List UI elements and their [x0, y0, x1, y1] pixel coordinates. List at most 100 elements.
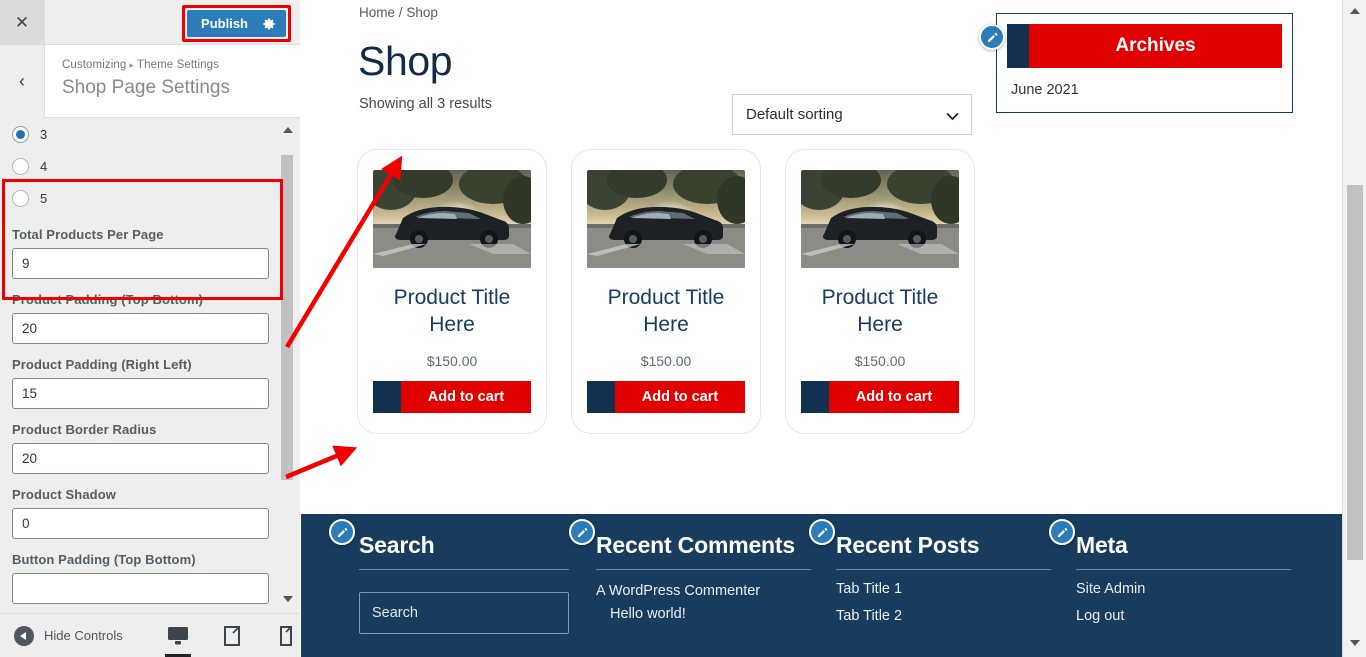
comment-post[interactable]: Hello world!: [596, 604, 811, 625]
field-input[interactable]: [12, 313, 269, 344]
radio-label: 4: [40, 159, 47, 174]
hide-controls-label: Hide Controls: [44, 628, 123, 643]
widget-link[interactable]: Tab Title 2: [836, 608, 1051, 624]
page-title: Shop: [358, 38, 452, 85]
widget-link[interactable]: Log out: [1076, 608, 1291, 624]
settings-field-list: Total Products Per Page Product Padding (…: [0, 227, 300, 604]
sidebar-scrollbar-thumb[interactable]: [281, 155, 293, 480]
setting-field: Product Border Radius: [0, 422, 300, 474]
add-to-cart-button[interactable]: Add to cart: [373, 381, 531, 413]
button-accent-block: [587, 381, 615, 413]
widget-link[interactable]: Site Admin: [1076, 581, 1291, 597]
panel-title: Shop Page Settings: [62, 77, 230, 99]
preview-scrollbar-thumb[interactable]: [1347, 185, 1363, 560]
footer-widget-search: Search: [359, 532, 569, 634]
breadcrumb-theme-settings[interactable]: Theme Settings: [137, 59, 219, 71]
breadcrumb: Customizing▸Theme Settings: [62, 59, 219, 71]
button-accent-block: [373, 381, 401, 413]
radio-button[interactable]: [12, 158, 29, 175]
mobile-preview-icon[interactable]: [273, 621, 299, 651]
setting-field: Product Padding (Top Bottom): [0, 292, 300, 344]
close-customizer-button[interactable]: ✕: [0, 0, 45, 45]
widget-divider: [359, 569, 569, 570]
product-price: $150.00: [801, 353, 959, 369]
widget-divider: [1076, 569, 1291, 570]
product-title[interactable]: Product Title Here: [587, 285, 745, 339]
preview-scrollbar[interactable]: [1342, 0, 1366, 657]
preview-scroll-up-icon[interactable]: [1350, 8, 1360, 14]
add-to-cart-button[interactable]: Add to cart: [801, 381, 959, 413]
customizer-topbar: ✕ Publish: [0, 0, 300, 45]
device-preview-switcher: [165, 621, 299, 651]
product-grid: Product Title Here $150.00 Add to cart Prod…: [357, 149, 975, 434]
radio-button[interactable]: [12, 190, 29, 207]
publish-label: Publish: [201, 16, 248, 31]
archives-widget: Archives June 2021: [996, 13, 1293, 113]
archives-title: Archives: [1029, 24, 1282, 68]
breadcrumb-home-link[interactable]: Home: [359, 5, 395, 20]
comment-author[interactable]: A WordPress Commenter: [596, 581, 811, 602]
product-card[interactable]: Product Title Here$150.00Add to cart: [571, 149, 761, 434]
customizer-controls-scroll-area[interactable]: 3 4 5 Total Products Per Page Product Paddi…: [0, 118, 300, 613]
widget-divider: [596, 569, 811, 570]
field-label: Product Shadow: [12, 487, 288, 502]
radio-button[interactable]: [12, 126, 29, 143]
field-input[interactable]: [12, 443, 269, 474]
customizer-screen: ✕ Publish ‹ Customizing▸Theme Settings S…: [0, 0, 1366, 657]
edit-recent-posts-widget-icon[interactable]: [809, 519, 835, 545]
setting-field: Product Padding (Right Left): [0, 357, 300, 409]
edit-search-widget-icon[interactable]: [329, 519, 355, 545]
columns-radio-option[interactable]: 5: [0, 182, 300, 214]
back-button[interactable]: ‹: [0, 45, 45, 118]
add-to-cart-button[interactable]: Add to cart: [587, 381, 745, 413]
field-input[interactable]: [12, 573, 269, 604]
button-accent-block: [801, 381, 829, 413]
sorting-select[interactable]: Default sortingSort by popularitySort by…: [732, 94, 972, 135]
columns-radio-option[interactable]: 4: [0, 150, 300, 182]
product-image[interactable]: [373, 170, 531, 268]
field-input[interactable]: [12, 248, 269, 279]
widget-title: Meta: [1076, 532, 1291, 559]
product-card[interactable]: Product Title Here$150.00Add to cart: [357, 149, 547, 434]
gear-icon[interactable]: [262, 17, 276, 31]
site-preview-frame: Home / Shop Shop Showing all 3 results D…: [301, 0, 1342, 657]
product-title[interactable]: Product Title Here: [373, 285, 531, 339]
field-label: Total Products Per Page: [12, 227, 288, 242]
hide-controls-button[interactable]: Hide Controls: [0, 626, 123, 646]
breadcrumb-separator-icon: ▸: [126, 60, 137, 70]
results-count: Showing all 3 results: [359, 96, 492, 112]
edit-recent-comments-widget-icon[interactable]: [569, 519, 595, 545]
publish-button[interactable]: Publish: [187, 10, 286, 37]
product-image[interactable]: [801, 170, 959, 268]
product-title[interactable]: Product Title Here: [801, 285, 959, 339]
breadcrumb-slash: /: [399, 5, 403, 20]
publish-highlight-box: Publish: [182, 5, 291, 42]
footer-widget-recent-posts: Recent Posts Tab Title 1 Tab Title 2: [836, 532, 1051, 624]
widget-link[interactable]: Tab Title 1: [836, 581, 1051, 597]
edit-archives-widget-icon[interactable]: [979, 24, 1005, 50]
tablet-preview-icon[interactable]: [219, 621, 245, 651]
setting-field: Total Products Per Page: [0, 227, 300, 279]
widget-title: Recent Posts: [836, 532, 1051, 559]
columns-radio-option[interactable]: 3: [0, 118, 300, 150]
field-input[interactable]: [12, 508, 269, 539]
product-image[interactable]: [587, 170, 745, 268]
field-label: Button Padding (Top Bottom): [12, 552, 288, 567]
heading-accent-block: [1007, 24, 1029, 68]
columns-radio-group: 3 4 5: [0, 118, 300, 214]
scroll-down-arrow-icon[interactable]: [283, 596, 293, 602]
search-input[interactable]: [359, 592, 569, 634]
breadcrumb-customizing[interactable]: Customizing: [62, 59, 126, 71]
field-input[interactable]: [12, 378, 269, 409]
setting-field: Product Shadow: [0, 487, 300, 539]
customizer-footer: Hide Controls: [0, 613, 300, 657]
widget-title: Search: [359, 532, 569, 559]
desktop-preview-icon[interactable]: [165, 621, 191, 651]
preview-scroll-down-icon[interactable]: [1350, 640, 1360, 646]
collapse-icon: [14, 626, 34, 646]
customizer-sidebar: ✕ Publish ‹ Customizing▸Theme Settings S…: [0, 0, 300, 657]
product-card[interactable]: Product Title Here $150.00 Add to cart: [785, 149, 975, 434]
edit-meta-widget-icon[interactable]: [1049, 519, 1075, 545]
scroll-up-arrow-icon[interactable]: [283, 127, 293, 133]
archives-month-link[interactable]: June 2021: [1011, 82, 1079, 98]
